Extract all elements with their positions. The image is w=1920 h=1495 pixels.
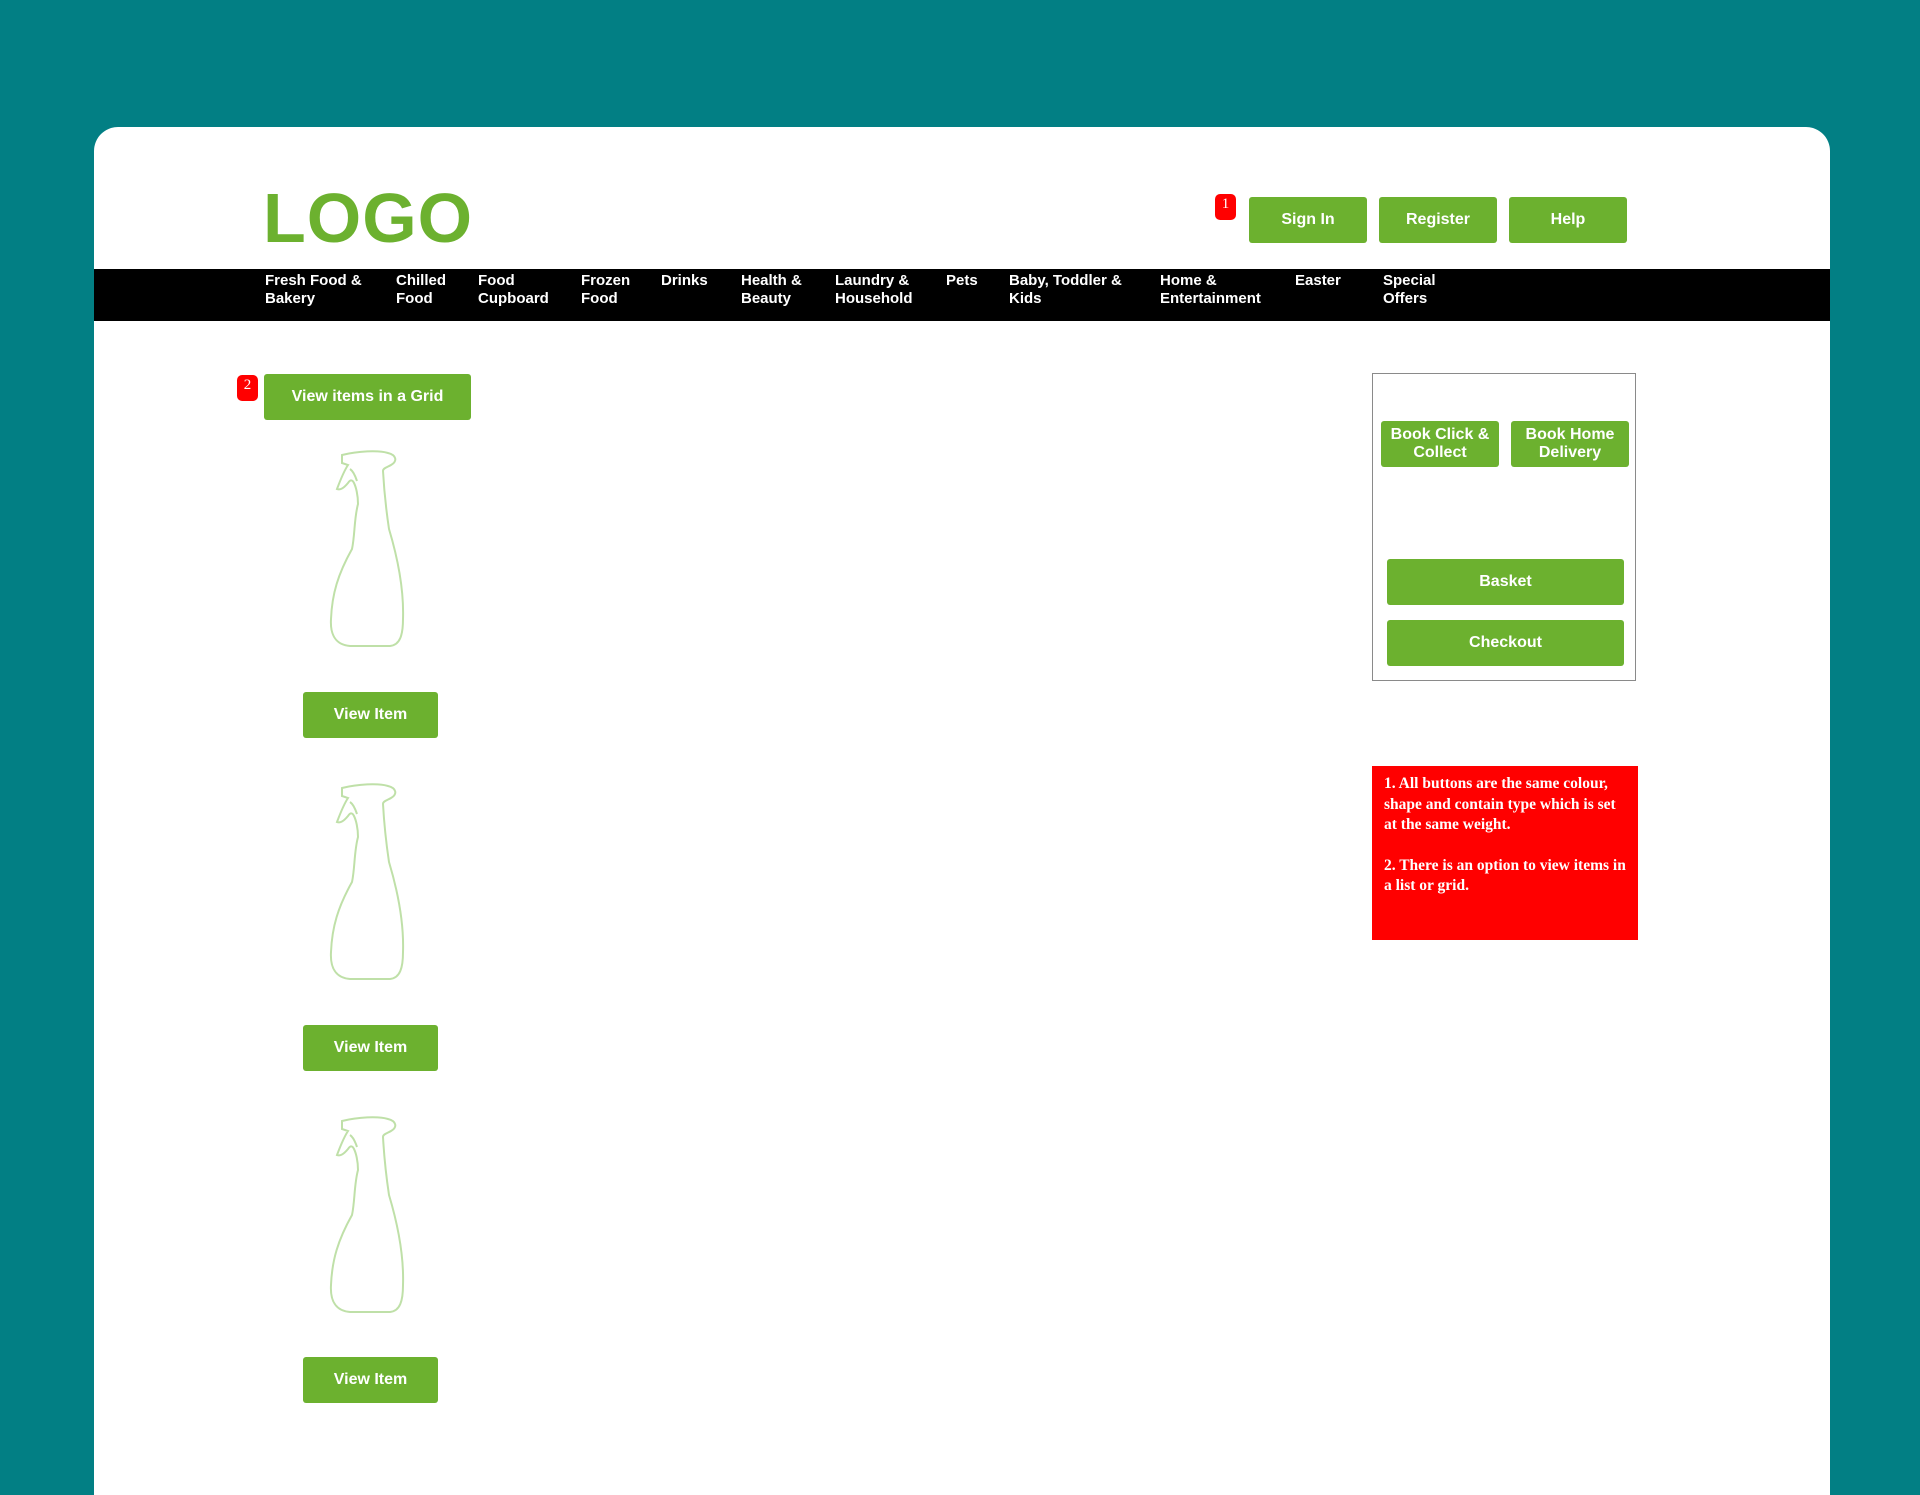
spray-bottle-icon [329,1116,405,1313]
checkout-button[interactable]: Checkout [1387,620,1624,666]
nav-item-special-offers[interactable]: Special Offers [1383,272,1493,308]
annotation-badge-2: 2 [237,375,258,401]
nav-item-laundry-household[interactable]: Laundry & Household [835,272,945,308]
page-card: LOGO 1 Sign In Register Help Fresh Food … [94,127,1830,1495]
basket-button[interactable]: Basket [1387,559,1624,605]
book-home-delivery-button[interactable]: Book Home Delivery [1511,421,1629,467]
nav-item-baby-toddler-kids[interactable]: Baby, Toddler & Kids [1009,272,1149,308]
view-item-button[interactable]: View Item [303,1357,438,1403]
nav-item-fresh-food-bakery[interactable]: Fresh Food & Bakery [265,272,375,308]
view-grid-button[interactable]: View items in a Grid [264,374,471,420]
note-line-2: 2. There is an option to view items in a… [1384,856,1626,895]
register-button[interactable]: Register [1379,197,1497,243]
logo[interactable]: LOGO [263,183,473,253]
help-button[interactable]: Help [1509,197,1627,243]
spray-bottle-icon [329,783,405,980]
nav-item-food-cupboard[interactable]: Food Cupboard [478,272,588,308]
nav-item-home-entertainment[interactable]: Home & Entertainment [1160,272,1290,308]
book-click-collect-button[interactable]: Book Click & Collect [1381,421,1499,467]
view-item-button[interactable]: View Item [303,1025,438,1071]
sign-in-button[interactable]: Sign In [1249,197,1367,243]
annotation-note: 1. All buttons are the same colour, shap… [1372,766,1638,940]
note-line-1: 1. All buttons are the same colour, shap… [1384,775,1616,833]
annotation-badge-1: 1 [1215,194,1236,220]
spray-bottle-icon [329,450,405,647]
view-item-button[interactable]: View Item [303,692,438,738]
